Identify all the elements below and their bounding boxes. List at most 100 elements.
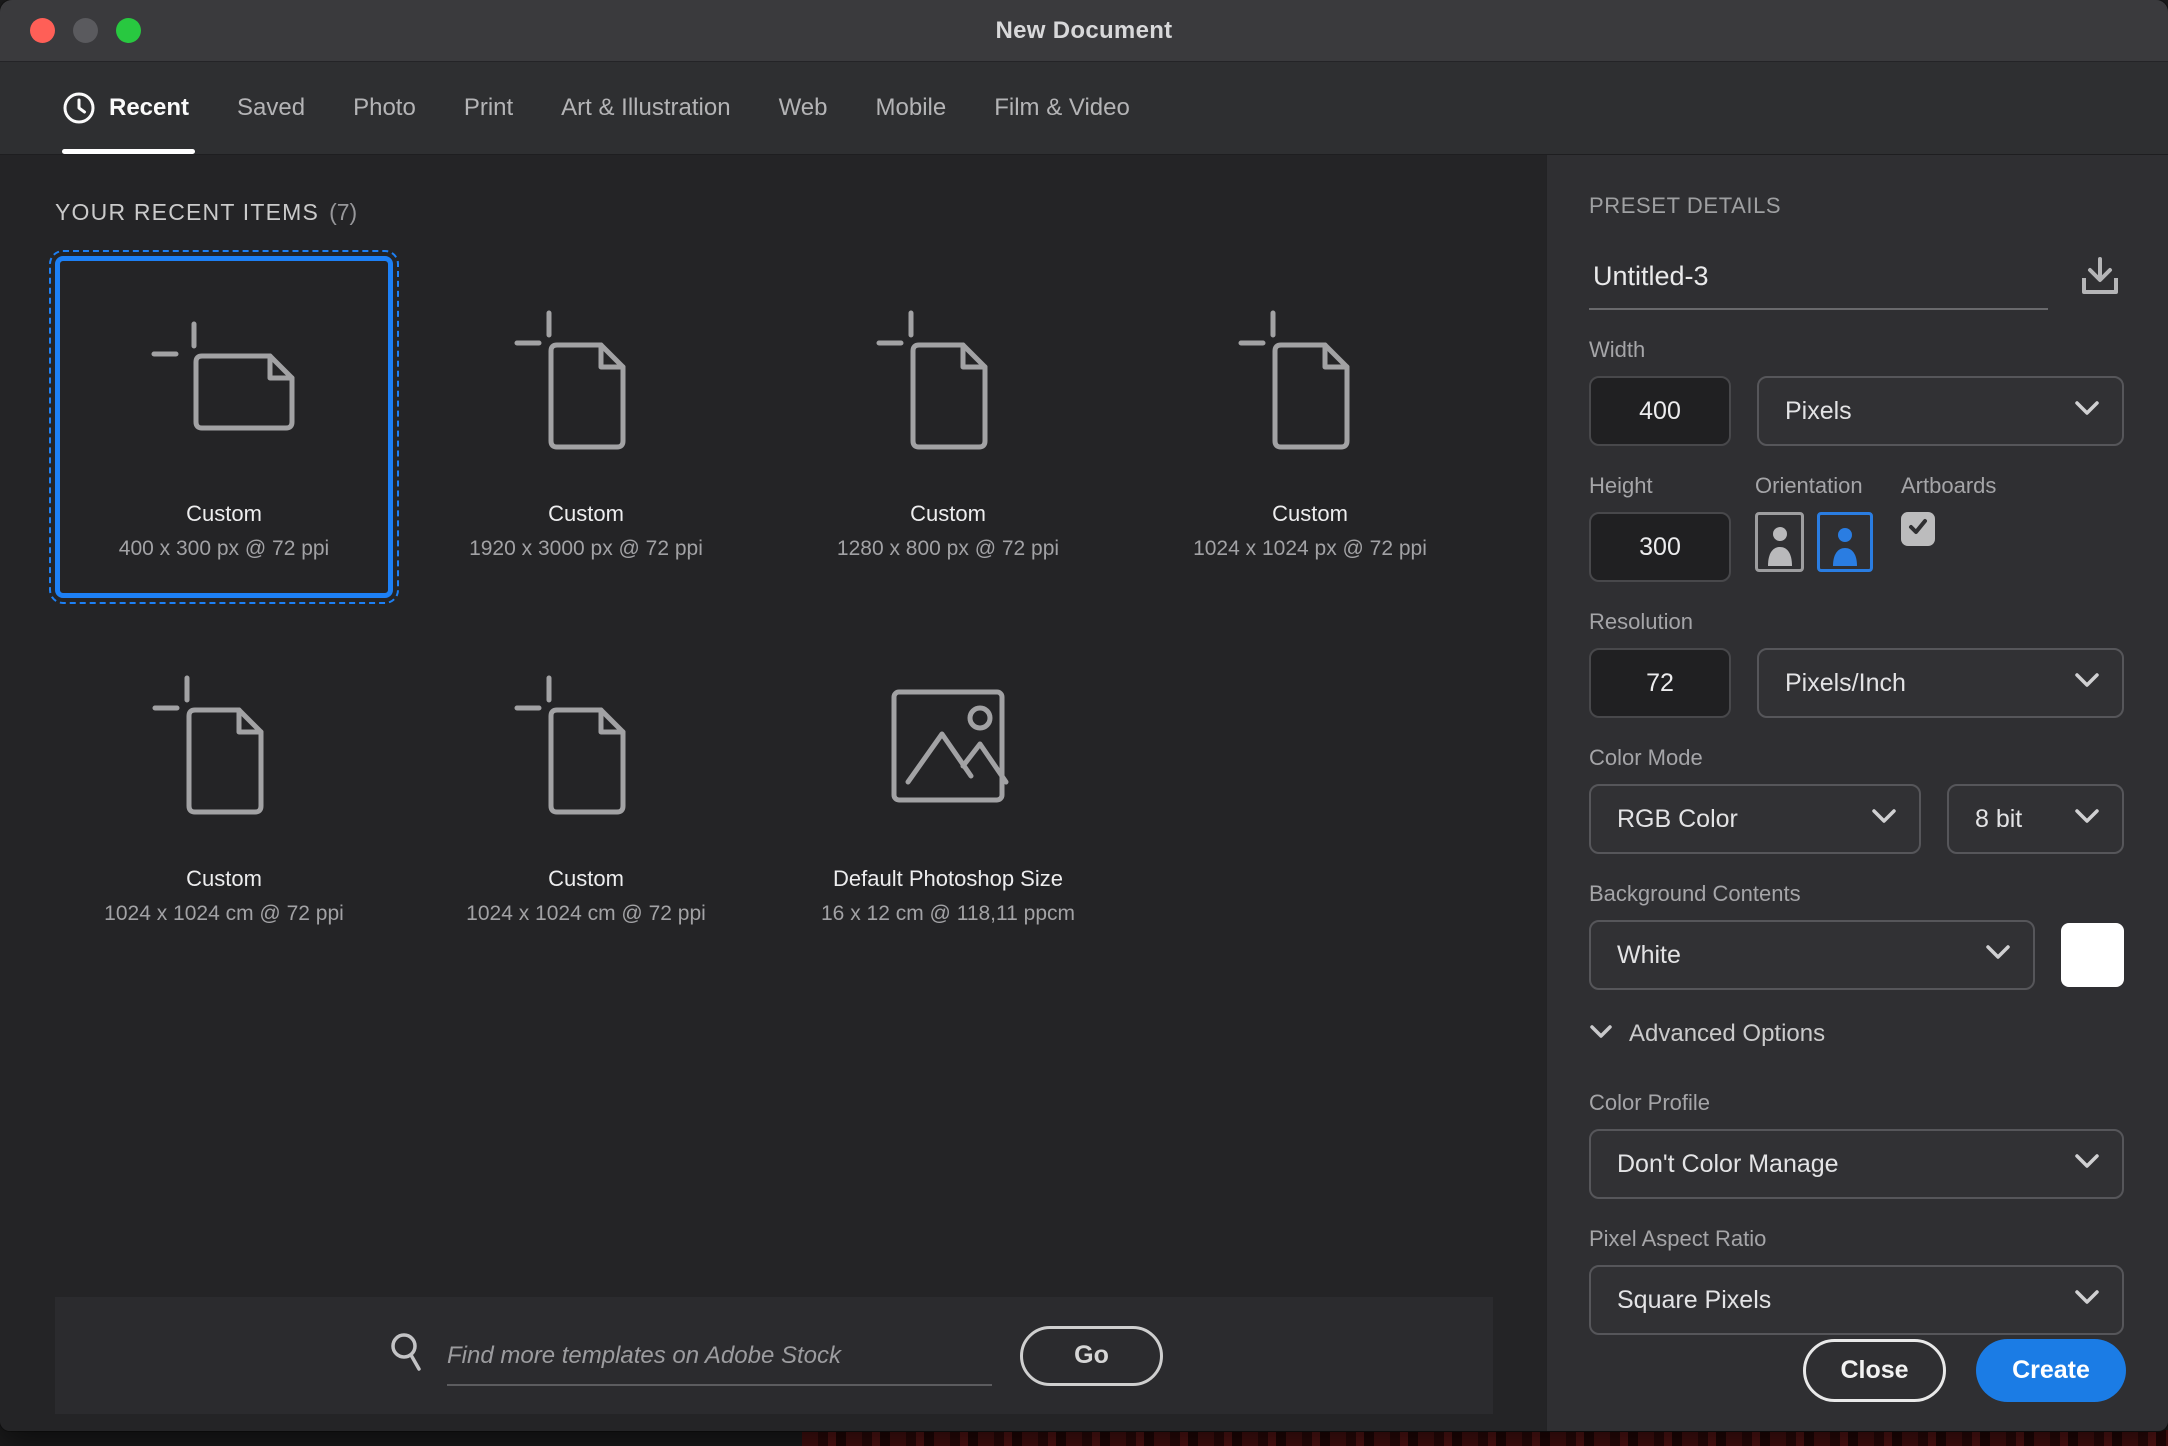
pixel-aspect-ratio-select[interactable]: Square Pixels [1589,1265,2124,1335]
tab-label: Art & Illustration [561,94,730,122]
tab-label: Print [464,94,513,122]
new-doc-portrait-icon [1146,261,1474,501]
create-button[interactable]: Create [1976,1339,2126,1402]
card-title: Custom [548,866,624,892]
resolution-input[interactable] [1589,648,1731,718]
card-title: Custom [1272,501,1348,527]
tab-film-video[interactable]: Film & Video [970,62,1154,154]
tab-label: Saved [237,94,305,122]
portrait-person-icon [1763,524,1797,569]
tab-saved[interactable]: Saved [213,62,329,154]
image-icon [784,626,1112,866]
chevron-down-icon [2074,808,2100,830]
recent-items-panel: YOUR RECENT ITEMS(7) Custom 400 x 300 px… [0,155,1546,1431]
window-title: New Document [996,17,1173,45]
tab-mobile[interactable]: Mobile [852,62,971,154]
recent-item-custom-1024x1024px[interactable]: Custom 1024 x 1024 px @ 72 ppi [1141,256,1479,598]
stock-search-input[interactable] [447,1342,992,1386]
bit-depth-select[interactable]: 8 bit [1947,784,2124,854]
recent-item-default-photoshop-size[interactable]: Default Photoshop Size 16 x 12 cm @ 118,… [779,621,1117,963]
card-title: Custom [910,501,986,527]
recent-item-custom-1280x800[interactable]: Custom 1280 x 800 px @ 72 ppi [779,256,1117,598]
color-profile-label: Color Profile [1589,1090,2124,1116]
category-tab-bar: Recent Saved Photo Print Art & Illustrat… [0,62,2168,155]
chevron-down-icon [2074,672,2100,694]
card-subtitle: 1024 x 1024 cm @ 72 ppi [466,902,706,926]
close-button[interactable]: Close [1803,1339,1946,1402]
new-doc-portrait-icon [422,261,750,501]
recent-item-custom-1024x1024cm-a[interactable]: Custom 1024 x 1024 cm @ 72 ppi [55,621,393,963]
traffic-lights [30,0,141,61]
height-input[interactable] [1589,512,1731,582]
recent-item-custom-1024x1024cm-b[interactable]: Custom 1024 x 1024 cm @ 72 ppi [417,621,755,963]
card-subtitle: 1920 x 3000 px @ 72 ppi [469,537,703,561]
new-document-dialog: New Document Recent Saved Photo Print Ar… [0,0,2168,1431]
card-title: Default Photoshop Size [833,866,1063,892]
new-doc-portrait-icon [60,626,388,866]
tab-print[interactable]: Print [440,62,537,154]
recent-items-count: (7) [329,199,357,225]
chevron-down-icon [1871,808,1897,830]
recent-items-heading: YOUR RECENT ITEMS(7) [55,199,1491,226]
new-doc-portrait-icon [784,261,1112,501]
height-label: Height [1589,473,1731,499]
width-input[interactable] [1589,376,1731,446]
tab-recent[interactable]: Recent [62,62,213,154]
chevron-down-icon [2074,1153,2100,1175]
background-contents-label: Background Contents [1589,881,2124,907]
clock-icon [62,91,96,125]
zoom-window-button[interactable] [116,18,141,43]
chevron-down-icon [1589,1024,1613,1045]
stock-go-button[interactable]: Go [1020,1326,1163,1386]
chevron-down-icon [1985,944,2011,966]
recent-item-custom-1920x3000[interactable]: Custom 1920 x 3000 px @ 72 ppi [417,256,755,598]
adobe-stock-bar: Go [55,1297,1493,1414]
card-title: Custom [186,501,262,527]
tab-label: Photo [353,94,416,122]
tab-art-illustration[interactable]: Art & Illustration [537,62,754,154]
resolution-label: Resolution [1589,609,2124,635]
title-bar: New Document [0,0,2168,62]
resolution-unit-select[interactable]: Pixels/Inch [1757,648,2124,718]
minimize-window-button[interactable] [73,18,98,43]
recent-items-grid: Custom 400 x 300 px @ 72 ppi Custom 1920… [55,256,1485,963]
tab-web[interactable]: Web [755,62,852,154]
tab-label: Film & Video [994,94,1130,122]
new-doc-landscape-icon [60,261,388,501]
orientation-label: Orientation [1755,473,1873,499]
close-window-button[interactable] [30,18,55,43]
advanced-options-toggle[interactable]: Advanced Options [1589,1020,2124,1048]
background-color-swatch[interactable] [2061,923,2124,987]
color-mode-label: Color Mode [1589,745,2124,771]
orientation-portrait-button[interactable] [1755,512,1804,572]
preset-details-heading: PRESET DETAILS [1589,193,2124,219]
save-preset-icon[interactable] [2076,253,2124,306]
card-subtitle: 16 x 12 cm @ 118,11 ppcm [821,902,1075,926]
document-name-input[interactable] [1589,261,2048,310]
card-title: Custom [186,866,262,892]
card-subtitle: 1024 x 1024 px @ 72 ppi [1193,537,1427,561]
card-subtitle: 400 x 300 px @ 72 ppi [119,537,329,561]
preset-details-panel: PRESET DETAILS Width Pixels Height [1546,155,2168,1431]
recent-item-custom-400x300[interactable]: Custom 400 x 300 px @ 72 ppi [55,256,393,598]
chevron-down-icon [2074,1289,2100,1311]
tab-photo[interactable]: Photo [329,62,440,154]
checkmark-icon [1906,515,1930,544]
card-title: Custom [548,501,624,527]
artboards-label: Artboards [1901,473,1996,499]
card-subtitle: 1024 x 1024 cm @ 72 ppi [104,902,344,926]
landscape-person-icon [1828,526,1862,569]
tab-label: Web [779,94,828,122]
background-contents-select[interactable]: White [1589,920,2035,990]
new-doc-portrait-icon [422,626,750,866]
width-label: Width [1589,337,2124,363]
width-unit-select[interactable]: Pixels [1757,376,2124,446]
tab-label: Recent [109,94,189,122]
color-mode-select[interactable]: RGB Color [1589,784,1921,854]
orientation-landscape-button[interactable] [1817,512,1873,572]
search-icon [385,1329,429,1380]
tab-label: Mobile [876,94,947,122]
color-profile-select[interactable]: Don't Color Manage [1589,1129,2124,1199]
desktop-background [802,1430,2168,1446]
artboards-checkbox[interactable] [1901,512,1935,546]
